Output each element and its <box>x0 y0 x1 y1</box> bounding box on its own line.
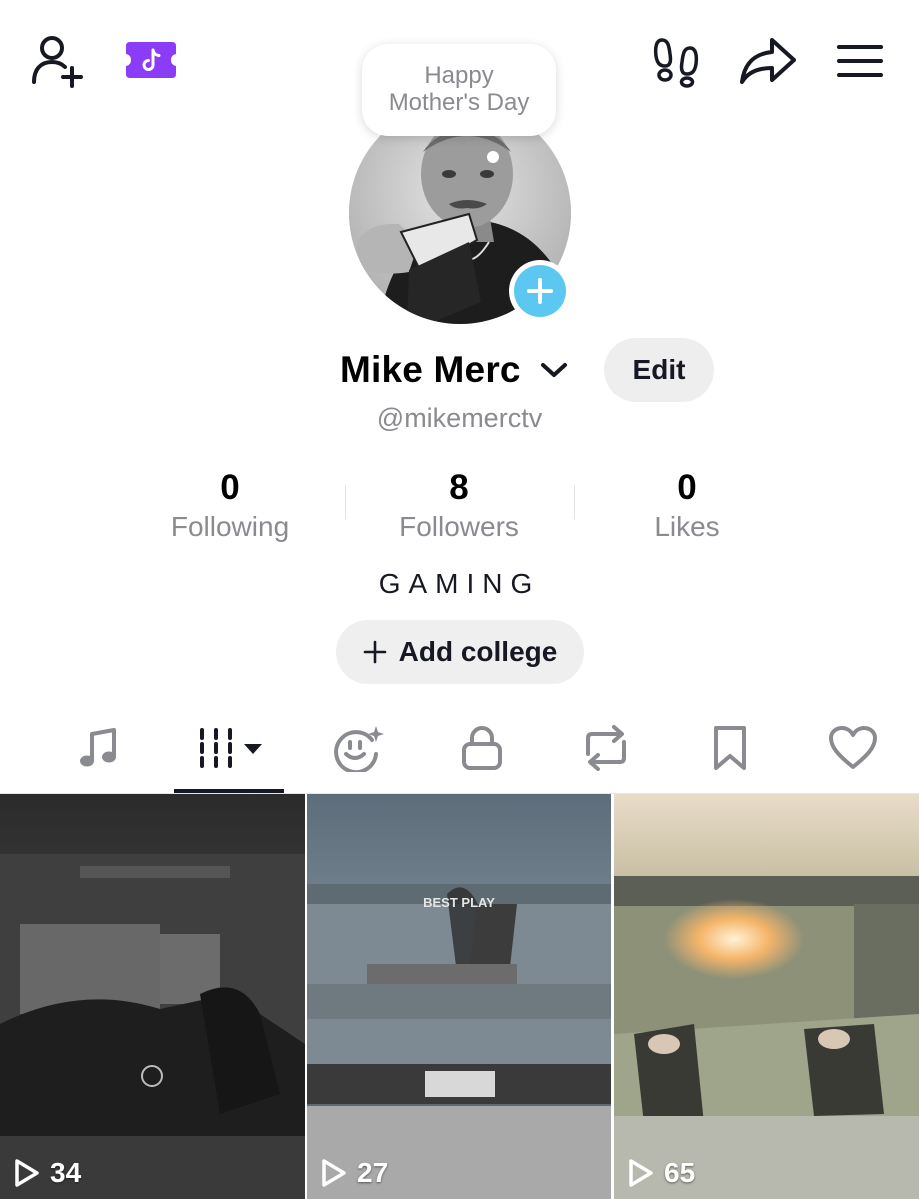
view-count: 34 <box>14 1157 81 1189</box>
music-note-icon <box>80 728 116 767</box>
video-thumbnail-image: BEST PLAY <box>307 794 611 1199</box>
add-college-button[interactable]: Add college <box>336 620 584 684</box>
play-icon <box>629 1159 653 1187</box>
tab-liked[interactable] <box>805 720 901 776</box>
tab-private[interactable] <box>434 720 530 776</box>
ai-face-icon <box>334 726 384 772</box>
videos-grid-icon <box>200 728 262 768</box>
tab-ai-self[interactable] <box>311 720 407 776</box>
video-thumbnail[interactable]: 65 <box>614 794 919 1199</box>
person-plus-icon <box>32 36 83 88</box>
edit-profile-button[interactable]: Edit <box>604 338 714 402</box>
tiktok-ticket-icon <box>126 42 176 78</box>
footprints-icon <box>653 38 699 88</box>
lock-icon <box>462 726 502 770</box>
tiktok-badge-button[interactable] <box>124 40 178 80</box>
note-bubble[interactable]: Happy Mother's Day <box>362 44 556 136</box>
tab-favorites[interactable] <box>682 720 778 776</box>
likes-label: Likes <box>654 511 720 542</box>
profile-views-button[interactable] <box>650 34 704 88</box>
plus-icon <box>527 278 553 304</box>
view-count-value: 27 <box>357 1157 389 1188</box>
best-play-label: BEST PLAY <box>423 895 495 910</box>
followers-label: Followers <box>399 511 519 542</box>
play-icon <box>322 1159 346 1187</box>
username-handle: @mikemerctv <box>376 403 543 433</box>
following-count: 0 <box>220 468 240 507</box>
stat-divider <box>574 485 575 519</box>
display-name[interactable]: Mike Merc <box>340 346 521 394</box>
view-count-value: 65 <box>664 1157 696 1188</box>
menu-button[interactable] <box>832 38 888 84</box>
add-friend-button[interactable] <box>28 32 90 88</box>
note-line-2: Mother's Day <box>388 89 530 116</box>
tab-reposts[interactable] <box>558 720 654 776</box>
followers-count: 8 <box>449 468 469 507</box>
account-switch-button[interactable] <box>540 360 568 380</box>
view-count-value: 34 <box>50 1157 82 1188</box>
view-count: 65 <box>628 1157 695 1189</box>
heart-icon <box>829 726 877 769</box>
share-profile-button[interactable] <box>738 34 798 88</box>
note-bubble-tail <box>487 151 499 163</box>
add-story-button[interactable] <box>509 260 571 322</box>
stat-following[interactable]: 0 Following <box>130 466 330 544</box>
video-thumbnail[interactable]: 34 <box>0 794 305 1199</box>
add-college-label: Add college <box>398 636 558 667</box>
stat-followers[interactable]: 8 Followers <box>359 466 559 544</box>
profile-bio: GAMING <box>378 568 541 599</box>
video-thumbnail-image <box>614 794 919 1199</box>
repost-icon <box>586 725 626 771</box>
play-icon <box>15 1159 39 1187</box>
stat-likes[interactable]: 0 Likes <box>587 466 787 544</box>
hamburger-menu-icon <box>837 45 883 77</box>
bookmark-icon <box>714 726 746 770</box>
video-thumbnail-image <box>0 794 305 1199</box>
likes-count: 0 <box>677 468 697 507</box>
stat-divider <box>345 485 346 519</box>
view-count: 27 <box>321 1157 388 1189</box>
chevron-down-icon <box>541 363 567 377</box>
note-line-1: Happy <box>424 62 494 89</box>
plus-icon <box>363 640 386 664</box>
following-label: Following <box>170 511 290 542</box>
tab-videos[interactable] <box>180 720 280 776</box>
tab-music[interactable] <box>50 720 146 776</box>
video-thumbnail[interactable]: BEST PLAY 27 <box>307 794 611 1199</box>
share-arrow-icon <box>740 38 796 84</box>
